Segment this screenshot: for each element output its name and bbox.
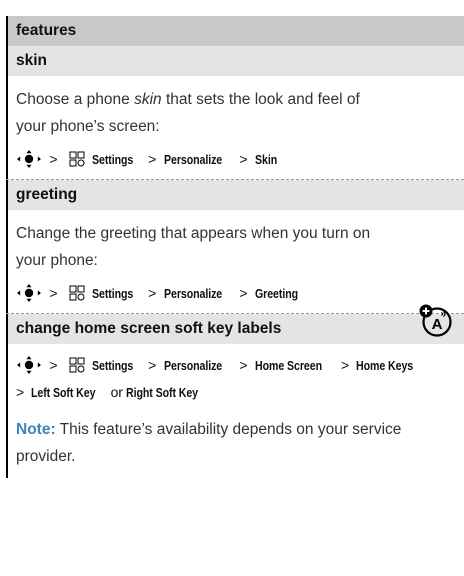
nav-key-icon: [17, 284, 41, 302]
description-text: Change the greeting that appears when yo…: [16, 225, 371, 269]
description-italic: skin: [134, 91, 162, 108]
menu-path: > Settings > Personalize > Skin: [6, 140, 464, 179]
description-text: Choose a phone: [16, 91, 135, 108]
settings-icon: [69, 285, 85, 301]
path-separator: >: [49, 285, 58, 301]
path-separator: >: [239, 357, 248, 373]
path-separator: >: [148, 151, 157, 167]
path-separator: >: [49, 357, 58, 373]
settings-icon: [69, 357, 85, 373]
nav-key-icon: [17, 150, 41, 168]
path-separator: >: [239, 285, 248, 301]
note-label: Note:: [16, 421, 56, 438]
section-title-greeting: greeting: [6, 180, 464, 210]
section-description: Choose a phone skin that sets the look a…: [6, 76, 386, 140]
section-title-skin: skin: [6, 46, 464, 76]
path-item: Right Soft Key: [126, 386, 199, 400]
path-separator: >: [340, 357, 350, 373]
network-feature-icon: A: [419, 304, 452, 337]
path-item: Home Screen: [254, 359, 322, 373]
path-item: Settings: [92, 287, 134, 301]
section-title-text: greeting: [16, 186, 78, 203]
note: Note: This feature’s availability depend…: [6, 412, 406, 470]
path-join: or: [110, 384, 123, 400]
section-title-home-keys: change home screen soft key labels: [6, 314, 464, 344]
path-separator: >: [148, 357, 157, 373]
path-item: Left Soft Key: [31, 386, 96, 400]
header-title: features: [16, 22, 77, 39]
path-item: Skin: [254, 153, 277, 167]
path-item: Personalize: [163, 359, 222, 373]
table-header: features: [6, 16, 464, 46]
path-item: Personalize: [163, 153, 222, 167]
path-item: Settings: [92, 153, 134, 167]
path-separator: >: [16, 384, 25, 400]
path-item: Settings: [92, 359, 134, 373]
settings-icon: [69, 151, 85, 167]
path-separator: >: [148, 285, 157, 301]
features-table: features skin Choose a phone skin that s…: [6, 16, 464, 478]
path-item: Home Keys: [356, 359, 414, 373]
table-bottom: [6, 470, 464, 478]
menu-path: > Settings > Personalize > Greeting: [6, 274, 464, 313]
note-text: This feature’s availability depends on y…: [16, 421, 402, 465]
path-separator: >: [239, 151, 248, 167]
section-description: Change the greeting that appears when yo…: [6, 210, 386, 274]
section-title-text: change home screen soft key labels: [16, 320, 282, 337]
path-item: Greeting: [254, 287, 298, 301]
nav-key-icon: [17, 356, 41, 374]
section-title-text: skin: [16, 52, 48, 69]
path-item: Personalize: [163, 287, 222, 301]
path-separator: >: [49, 151, 58, 167]
svg-text:A: A: [432, 316, 443, 333]
menu-path: > Settings > Personalize > Home Screen >…: [6, 344, 464, 412]
